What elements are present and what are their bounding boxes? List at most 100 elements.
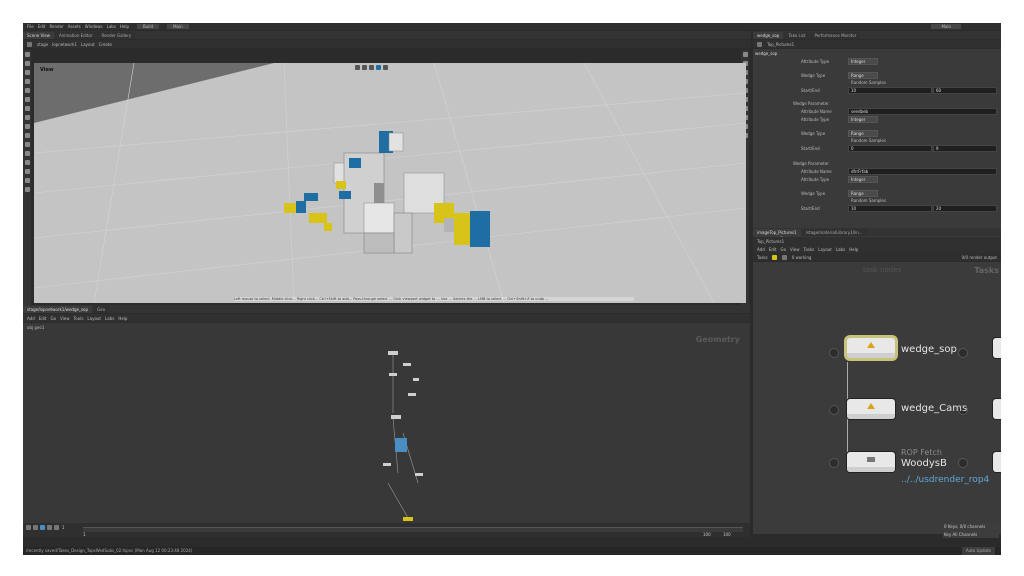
right-desktop-selector[interactable]: Main: [931, 24, 961, 29]
geometry-network-editor[interactable]: obj geo1 Geometry: [23, 323, 750, 523]
param-path[interactable]: Top_Pictures1: [767, 42, 794, 47]
end-field[interactable]: 20: [933, 205, 997, 212]
attribute-type-dropdown[interactable]: Integer: [848, 116, 878, 123]
menu-edit[interactable]: Edit: [38, 24, 46, 29]
tab-scene-view[interactable]: Scene View: [23, 31, 54, 39]
attribute-type-dropdown[interactable]: Integer: [848, 58, 878, 65]
step-back-icon[interactable]: [33, 525, 38, 530]
desktop-selector[interactable]: Build: [137, 24, 160, 29]
back-icon[interactable]: [27, 41, 32, 47]
3d-viewport[interactable]: View Left mouse to select. Middle click.…: [34, 63, 746, 303]
bypass-toggle[interactable]: [829, 458, 839, 468]
menu-windows[interactable]: Windows: [85, 24, 103, 29]
cancel-icon[interactable]: [781, 254, 787, 260]
shelf-set-selector[interactable]: Main: [167, 24, 189, 29]
step-forward-icon[interactable]: [47, 525, 52, 530]
node-rop-fetch[interactable]: [847, 452, 895, 472]
node-wedge-sop[interactable]: [847, 338, 895, 358]
move-tool-icon[interactable]: [24, 61, 30, 66]
bypass-toggle[interactable]: [829, 405, 839, 415]
ghost-icon[interactable]: [24, 178, 30, 183]
menu-file[interactable]: File: [27, 24, 34, 29]
menu-edit[interactable]: Edit: [769, 247, 777, 252]
skip-end-icon[interactable]: [54, 525, 59, 530]
menu-edit[interactable]: Edit: [39, 316, 47, 321]
start-frame-field[interactable]: 1: [83, 532, 86, 537]
global-end-field[interactable]: 100: [723, 532, 731, 537]
wedge-type-dropdown[interactable]: Range: [848, 72, 878, 79]
menu-labs[interactable]: Labs: [105, 316, 114, 321]
menu-add[interactable]: Add: [757, 247, 765, 252]
path-layout[interactable]: Layout: [81, 42, 95, 47]
rotate-tool-icon[interactable]: [24, 70, 30, 75]
menu-go[interactable]: Go: [51, 316, 57, 321]
start-field[interactable]: 10: [848, 205, 932, 212]
pose-tool-icon[interactable]: [24, 97, 30, 102]
menu-assets[interactable]: Assets: [68, 24, 81, 29]
node-option-toggle[interactable]: [958, 458, 968, 468]
end-field[interactable]: 9: [933, 145, 997, 152]
start-field[interactable]: 0: [848, 145, 932, 152]
node-partial[interactable]: [993, 452, 1001, 472]
flipbook-icon[interactable]: [383, 65, 388, 70]
light-icon[interactable]: [24, 160, 30, 165]
tab-render-gallery[interactable]: Render Gallery: [97, 31, 136, 39]
tasks-path[interactable]: Top_Pictures1: [757, 239, 784, 244]
play-icon[interactable]: [40, 525, 45, 530]
tab-performance-monitor[interactable]: Performance Monitor: [810, 31, 861, 39]
handle-tool-icon[interactable]: [24, 88, 30, 93]
menu-layout[interactable]: Layout: [87, 316, 101, 321]
frame-icon[interactable]: [362, 65, 367, 70]
menu-layout[interactable]: Layout: [818, 247, 832, 252]
camera-icon[interactable]: [24, 151, 30, 156]
menu-help[interactable]: Help: [849, 247, 858, 252]
tab-network[interactable]: stage/lopnetwork1/wedge_sop: [23, 305, 93, 313]
wedge-parameter-header[interactable]: Wedge Parameter: [793, 161, 829, 166]
layers-icon[interactable]: [24, 169, 30, 174]
menu-add[interactable]: Add: [27, 316, 35, 321]
menu-tasks[interactable]: Tasks: [804, 247, 815, 252]
node-rop-path-link[interactable]: ../../usdrender_rop4: [901, 475, 989, 485]
start-field[interactable]: 10: [848, 87, 932, 94]
menu-labs[interactable]: Labs: [836, 247, 845, 252]
path-lopnetwork[interactable]: lopnetwork1: [52, 42, 77, 47]
menu-go[interactable]: Go: [781, 247, 787, 252]
node-wedge-cams[interactable]: [847, 399, 895, 419]
render-icon[interactable]: [376, 65, 381, 70]
snap-icon[interactable]: [24, 124, 30, 129]
auto-update-button[interactable]: Auto Update: [961, 547, 995, 555]
path-stage[interactable]: stage: [37, 42, 48, 47]
attribute-name-field[interactable]: dfrrFrfab: [848, 168, 997, 175]
bypass-toggle[interactable]: [829, 348, 839, 358]
task-network-editor[interactable]: task nodes Tasks wedge_sop wedge_Cams RO…: [753, 262, 1001, 534]
lock-icon[interactable]: [24, 187, 30, 192]
menu-view[interactable]: View: [60, 316, 70, 321]
tab-wedge-sop[interactable]: wedge_sop: [753, 31, 784, 39]
menu-labs[interactable]: Labs: [107, 24, 116, 29]
menu-render[interactable]: Render: [49, 24, 63, 29]
random-samples-checkbox[interactable]: Random Samples: [851, 198, 886, 203]
tab-geo[interactable]: Geo: [93, 305, 110, 313]
select-tool-icon[interactable]: [24, 52, 30, 57]
node-partial[interactable]: [993, 399, 1001, 419]
end-field[interactable]: 60: [933, 87, 997, 94]
grid-icon[interactable]: [24, 142, 30, 147]
end-frame-field[interactable]: 100: [703, 532, 711, 537]
skip-start-icon[interactable]: [26, 525, 31, 530]
random-samples-checkbox[interactable]: Random Samples: [851, 138, 886, 143]
path-create[interactable]: Create: [99, 42, 112, 47]
wedge-parameter-header[interactable]: Wedge Parameter: [793, 101, 829, 106]
wedge-type-dropdown[interactable]: Range: [848, 190, 878, 197]
attribute-name-field[interactable]: seedbeb: [848, 108, 997, 115]
menu-help[interactable]: Help: [120, 24, 129, 29]
snapshot-icon[interactable]: [369, 65, 374, 70]
timeline-scrubber[interactable]: [83, 527, 743, 532]
key-all-channels-button[interactable]: Key All Channels: [943, 531, 999, 538]
cook-icon[interactable]: [771, 254, 777, 260]
node-partial[interactable]: [993, 338, 1001, 358]
home-view-icon[interactable]: [355, 65, 360, 70]
menu-help[interactable]: Help: [118, 316, 127, 321]
tab-animation-editor[interactable]: Animation Editor: [54, 31, 97, 39]
tab-material-library[interactable]: /stage/materialLibrary1/lin...: [801, 228, 867, 236]
view-tool-icon[interactable]: [24, 106, 30, 111]
